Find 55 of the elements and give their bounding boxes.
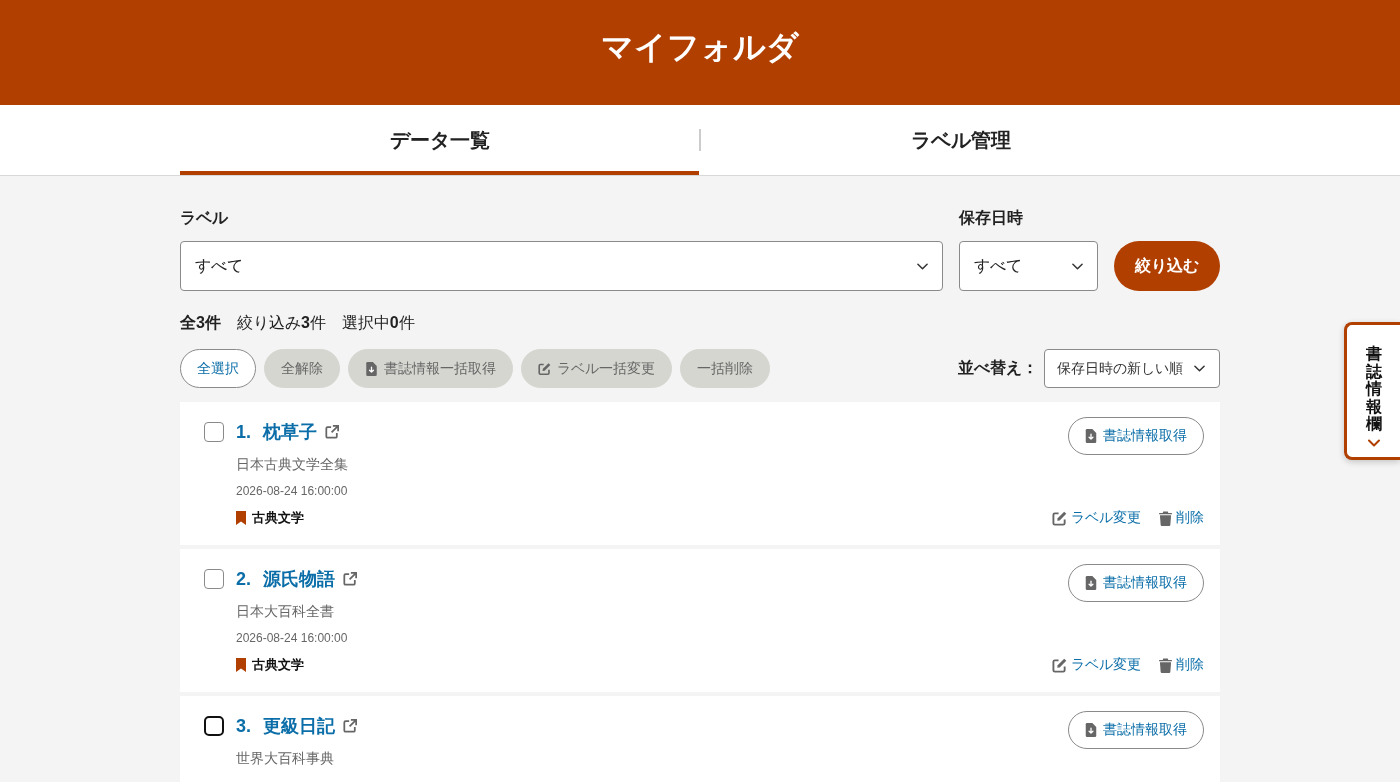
delete-link[interactable]: 削除 bbox=[1159, 509, 1204, 527]
result-count: 全3件 bbox=[180, 313, 221, 333]
label-select[interactable]: すべて bbox=[180, 241, 943, 291]
sort-select[interactable]: 保存日時の新しい順 bbox=[1044, 349, 1220, 388]
filter-button[interactable]: 絞り込む bbox=[1114, 241, 1220, 291]
item-number: 3. bbox=[236, 715, 251, 737]
tab[interactable]: データ一覧 bbox=[180, 105, 699, 175]
item-number: 2. bbox=[236, 568, 251, 590]
delete-link[interactable]: 削除 bbox=[1159, 656, 1204, 674]
bookmark-icon bbox=[236, 511, 246, 525]
label-tag: 古典文学 bbox=[252, 656, 304, 674]
fetch-info-button[interactable]: 書誌情報取得 bbox=[1068, 564, 1204, 602]
tab[interactable]: ラベル管理 bbox=[701, 105, 1220, 175]
item-number: 1. bbox=[236, 421, 251, 443]
bulk-action-button[interactable]: 全選択 bbox=[180, 349, 256, 388]
source-text: 日本古典文学全集 bbox=[236, 455, 348, 474]
result-count: 選択中0件 bbox=[341, 313, 415, 333]
external-link-icon bbox=[343, 719, 357, 733]
trash-icon bbox=[1159, 657, 1172, 673]
title-link[interactable]: 源氏物語 bbox=[263, 567, 335, 591]
trash-icon bbox=[1159, 510, 1172, 526]
external-link-icon bbox=[325, 425, 339, 439]
checkbox[interactable] bbox=[204, 569, 224, 589]
fetch-info-button[interactable]: 書誌情報取得 bbox=[1068, 711, 1204, 749]
edit-icon bbox=[538, 361, 551, 376]
checkbox[interactable] bbox=[204, 716, 224, 736]
edit-icon bbox=[1052, 510, 1067, 526]
checkbox[interactable] bbox=[204, 422, 224, 442]
field-label: ラベル bbox=[180, 208, 229, 228]
chevron-down-icon bbox=[917, 262, 928, 270]
saved-date: 2026-08-24 16:00:00 bbox=[236, 630, 349, 647]
external-link-icon bbox=[343, 572, 357, 586]
file-download-icon bbox=[1085, 576, 1097, 590]
title-link[interactable]: 枕草子 bbox=[263, 420, 317, 444]
page-title: マイフォルダ bbox=[601, 28, 799, 67]
file-download-icon bbox=[1085, 723, 1097, 737]
title-link[interactable]: 更級日記 bbox=[263, 714, 335, 738]
result-count: 絞り込み3件 bbox=[236, 313, 326, 333]
edit-icon bbox=[1052, 657, 1067, 673]
saved-date: 2026-08-24 16:00:00 bbox=[236, 483, 348, 500]
chevron-down-icon bbox=[1072, 262, 1083, 270]
edit-label-link[interactable]: ラベル変更 bbox=[1052, 509, 1141, 527]
bookmark-icon bbox=[236, 658, 246, 672]
fetch-info-button[interactable]: 書誌情報取得 bbox=[1068, 417, 1204, 455]
chevron-down-icon bbox=[1194, 365, 1205, 372]
source-text: 日本大百科全書 bbox=[236, 602, 335, 621]
label-tag: 古典文学 bbox=[252, 509, 304, 527]
sort-label: 並べ替え： bbox=[958, 358, 1038, 378]
file-download-icon bbox=[365, 361, 378, 376]
date-select[interactable]: すべて bbox=[959, 241, 1098, 291]
edit-label-link[interactable]: ラベル変更 bbox=[1052, 656, 1141, 674]
side-panel-tab[interactable]: 書誌情報欄 bbox=[1344, 322, 1400, 460]
source-text: 世界大百科事典 bbox=[236, 749, 335, 768]
file-download-icon bbox=[1085, 429, 1097, 443]
field-label: 保存日時 bbox=[959, 208, 1024, 228]
